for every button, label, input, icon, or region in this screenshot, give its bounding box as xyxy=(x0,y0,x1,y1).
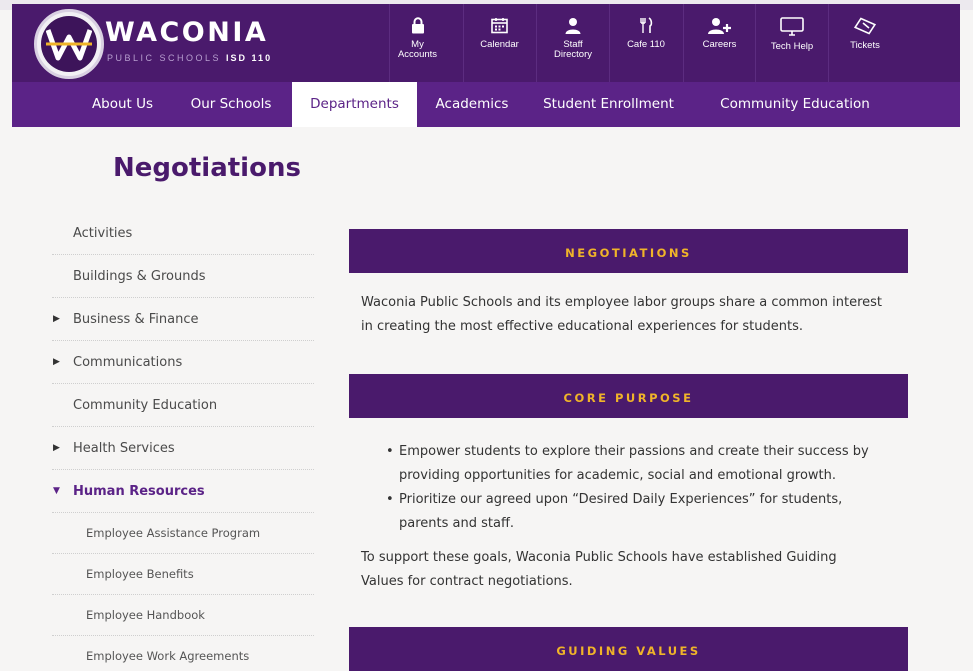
sidebar-nav: Activities Buildings & Grounds ▶ Busines… xyxy=(52,212,314,671)
section-banner-negotiations: NEGOTIATIONS xyxy=(349,229,908,273)
sidebar-item-label: Buildings & Grounds xyxy=(73,269,206,284)
sidebar-subitem-employee-work-agreements[interactable]: Employee Work Agreements xyxy=(52,636,314,671)
utility-careers[interactable]: Careers xyxy=(683,4,755,82)
person-icon xyxy=(565,18,581,34)
section-banner-guiding-values: GUIDING VALUES xyxy=(349,627,908,671)
list-item-line: Prioritize our agreed upon “Desired Dail… xyxy=(399,492,843,507)
sidebar-item-community-education[interactable]: Community Education xyxy=(52,384,314,427)
brand-subtitle-text: PUBLIC SCHOOLS xyxy=(107,53,222,63)
sidebar-item-label: Business & Finance xyxy=(73,312,199,327)
sidebar-subitem-employee-benefits[interactable]: Employee Benefits xyxy=(52,554,314,595)
expand-arrow-icon[interactable]: ▶ xyxy=(53,427,60,470)
ticket-icon xyxy=(854,17,876,35)
list-item: Prioritize our agreed upon “Desired Dail… xyxy=(377,488,917,536)
support-line: Values for contract negotiations. xyxy=(361,574,573,589)
lock-icon xyxy=(411,17,424,34)
support-paragraph: To support these goals, Waconia Public S… xyxy=(361,546,921,594)
intro-line: in creating the most effective education… xyxy=(361,319,803,334)
brand-name[interactable]: WACONIA xyxy=(105,17,268,48)
utility-label: Calendar xyxy=(480,39,519,50)
utility-label: My Accounts xyxy=(397,39,438,60)
sidebar-item-label: Activities xyxy=(73,226,133,241)
list-item: Empower students to explore their passio… xyxy=(377,440,917,488)
sidebar-item-buildings-grounds[interactable]: Buildings & Grounds xyxy=(52,255,314,298)
brand-subtitle: PUBLIC SCHOOLS ISD 110 xyxy=(107,53,272,63)
main-nav: About Us Our Schools Departments Academi… xyxy=(12,82,960,127)
nav-student-enrollment[interactable]: Student Enrollment xyxy=(532,82,685,127)
utility-tech-help[interactable]: Tech Help xyxy=(755,4,828,82)
list-item-line: Empower students to explore their passio… xyxy=(399,444,869,459)
top-bar: WACONIA PUBLIC SCHOOLS ISD 110 My Accoun… xyxy=(12,4,960,82)
monitor-icon xyxy=(780,17,804,36)
utility-label: Tech Help xyxy=(770,41,814,52)
sidebar-item-label: Human Resources xyxy=(73,484,205,499)
logo-w-mark xyxy=(41,16,97,72)
sidebar-item-business-finance[interactable]: ▶ Business & Finance xyxy=(52,298,314,341)
fork-knife-icon xyxy=(640,17,653,33)
utility-my-accounts[interactable]: My Accounts xyxy=(389,4,445,82)
expand-arrow-icon[interactable]: ▶ xyxy=(53,341,60,384)
utility-calendar[interactable]: Calendar xyxy=(463,4,535,82)
collapse-arrow-icon[interactable]: ▼ xyxy=(53,470,60,513)
utility-label: Tickets xyxy=(850,40,880,51)
nav-our-schools[interactable]: Our Schools xyxy=(176,82,286,127)
brand-district: ISD 110 xyxy=(226,53,273,63)
section-banner-core-purpose: CORE PURPOSE xyxy=(349,374,908,418)
add-user-icon xyxy=(707,18,731,34)
list-item-line: parents and staff. xyxy=(399,516,515,531)
utility-tickets[interactable]: Tickets xyxy=(828,4,901,82)
expand-arrow-icon[interactable]: ▶ xyxy=(53,298,60,341)
sidebar-item-label: Health Services xyxy=(73,441,175,456)
core-purpose-list: Empower students to explore their passio… xyxy=(377,440,917,536)
page-title: Negotiations xyxy=(113,153,301,183)
intro-paragraph: Waconia Public Schools and its employee … xyxy=(361,291,921,339)
sidebar-item-label: Community Education xyxy=(73,398,218,413)
nav-community-education[interactable]: Community Education xyxy=(700,82,890,127)
nav-academics[interactable]: Academics xyxy=(425,82,519,127)
sidebar-item-communications[interactable]: ▶ Communications xyxy=(52,341,314,384)
sidebar-subitem-employee-assistance[interactable]: Employee Assistance Program xyxy=(52,513,314,554)
support-line: To support these goals, Waconia Public S… xyxy=(361,550,837,565)
list-item-line: providing opportunities for academic, so… xyxy=(399,468,837,483)
intro-line: Waconia Public Schools and its employee … xyxy=(361,295,883,310)
utility-staff-directory[interactable]: Staff Directory xyxy=(536,4,609,82)
utility-label: Cafe 110 xyxy=(627,39,665,50)
sidebar-item-activities[interactable]: Activities xyxy=(52,212,314,255)
utility-label: Staff Directory xyxy=(553,39,592,60)
district-logo[interactable] xyxy=(34,9,104,79)
calendar-icon xyxy=(491,18,508,34)
nav-about-us[interactable]: About Us xyxy=(74,82,171,127)
nav-departments[interactable]: Departments xyxy=(292,82,417,127)
sidebar-item-health-services[interactable]: ▶ Health Services xyxy=(52,427,314,470)
site-header: WACONIA PUBLIC SCHOOLS ISD 110 My Accoun… xyxy=(12,4,960,127)
utility-label: Careers xyxy=(702,39,737,50)
utility-cafe[interactable]: Cafe 110 xyxy=(609,4,682,82)
sidebar-item-human-resources[interactable]: ▼ Human Resources xyxy=(52,470,314,513)
sidebar-item-label: Communications xyxy=(73,355,183,370)
sidebar-subitem-employee-handbook[interactable]: Employee Handbook xyxy=(52,595,314,636)
